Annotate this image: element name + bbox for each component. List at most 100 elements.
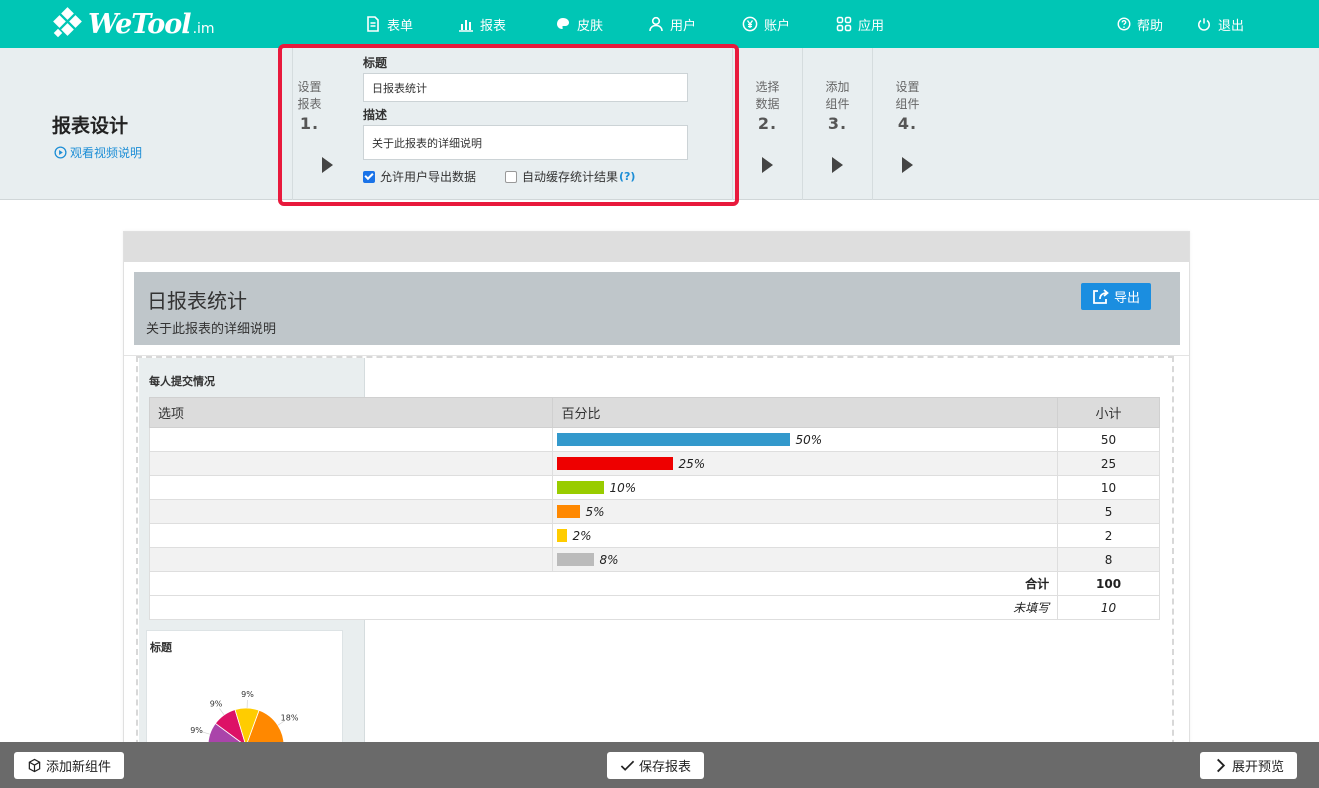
table-body: 50% 50 25% 25 10% 10 5% 5 2% 2 8% 8 合计 100 未填写 10 xyxy=(148,427,1160,620)
question-circle-icon xyxy=(1117,17,1131,31)
apps-grid-icon xyxy=(836,16,852,32)
nav-item-label: 账户 xyxy=(764,18,791,34)
column-header-count[interactable]: 小计 xyxy=(1057,397,1160,428)
percent-bar xyxy=(557,433,791,446)
yen-icon xyxy=(742,16,758,32)
report-canvas: 日报表统计 关于此报表的详细说明 导出 每人提交情况 选项 百分比 小计 50%… xyxy=(123,231,1190,760)
total-label: 合计 xyxy=(148,571,1059,596)
table-row: 2% 2 xyxy=(148,523,1160,548)
percent-label: 8% xyxy=(599,552,619,567)
percent-cell: 50% xyxy=(552,427,1059,452)
percent-cell: 2% xyxy=(552,523,1059,548)
pie-chart: 18%9%9%9%9%9%9% xyxy=(190,690,299,759)
percent-cell: 25% xyxy=(552,451,1059,476)
save-report-label: 保存报表 xyxy=(638,760,691,775)
chevron-right-icon xyxy=(1217,758,1226,773)
blank-value: 10 xyxy=(1057,595,1160,620)
percent-bar xyxy=(557,553,595,566)
percent-label: 2% xyxy=(572,528,592,543)
cube-icon xyxy=(28,758,41,773)
percent-cell: 8% xyxy=(552,547,1059,572)
percent-cell: 5% xyxy=(552,499,1059,524)
count-cell: 2 xyxy=(1057,523,1160,548)
page-title: 报表设计 xyxy=(52,115,129,137)
nav-item-apps[interactable]: 应用 xyxy=(836,0,884,48)
percent-cell: 10% xyxy=(552,475,1059,500)
step-label-line2: 数据 xyxy=(755,97,780,111)
palette-icon xyxy=(555,16,571,32)
option-cell xyxy=(148,475,554,500)
bottom-action-bar: 添加新组件 保存报表 展开预览 xyxy=(0,742,1319,788)
export-label: 导出 xyxy=(1113,291,1140,306)
pie-slice-label: 9% xyxy=(210,699,223,708)
count-cell: 8 xyxy=(1057,547,1160,572)
expand-preview-button[interactable]: 展开预览 xyxy=(1200,752,1297,779)
option-cell xyxy=(148,451,554,476)
nav-item-skins[interactable]: 皮肤 xyxy=(555,0,603,48)
step-label-line2: 组件 xyxy=(825,97,850,111)
nav-item-label: 用户 xyxy=(670,18,697,34)
column-header-option[interactable]: 选项 xyxy=(148,397,554,428)
count-cell: 50 xyxy=(1057,427,1160,452)
canvas-toolbar xyxy=(124,232,1189,262)
save-report-button[interactable]: 保存报表 xyxy=(607,752,704,779)
report-header: 日报表统计 关于此报表的详细说明 导出 xyxy=(134,272,1180,345)
column-header-percent[interactable]: 百分比 xyxy=(552,397,1059,428)
help-link[interactable]: 帮助 xyxy=(1117,0,1163,48)
add-widget-button[interactable]: 添加新组件 xyxy=(14,752,124,779)
step-label-line1: 设置 xyxy=(895,80,920,94)
total-value: 100 xyxy=(1057,571,1160,596)
logout-label: 退出 xyxy=(1218,18,1245,34)
step-label: 选择 数据 xyxy=(733,79,802,113)
logout-link[interactable]: 退出 xyxy=(1197,0,1244,48)
total-row: 合计 100 xyxy=(148,571,1160,596)
table-row: 10% 10 xyxy=(148,475,1160,500)
expand-preview-label: 展开预览 xyxy=(1231,760,1284,775)
count-cell: 25 xyxy=(1057,451,1160,476)
nav-item-label: 应用 xyxy=(858,18,885,34)
add-widget-label: 添加新组件 xyxy=(45,760,111,775)
option-cell xyxy=(148,427,554,452)
percent-label: 25% xyxy=(678,456,706,471)
percent-label: 50% xyxy=(795,432,823,447)
table-header-row: 选项 百分比 小计 xyxy=(148,397,1160,428)
wizard-step-2[interactable]: 选择 数据 2. xyxy=(732,48,802,200)
logo-suffix: .im xyxy=(192,21,215,37)
step-label-line2: 组件 xyxy=(895,97,920,111)
widget-title: 每人提交情况 xyxy=(149,375,215,388)
blank-row: 未填写 10 xyxy=(148,595,1160,620)
wetool-logo[interactable]: WeTool .im xyxy=(52,6,215,42)
submission-table: 选项 百分比 小计 50% 50 25% 25 10% 10 5% 5 2% 2 8% 8 合计 100 未… xyxy=(148,397,1160,620)
bar-chart-icon xyxy=(458,16,474,32)
table-row: 8% 8 xyxy=(148,547,1160,572)
step-number: 2. xyxy=(757,114,778,133)
percent-bar xyxy=(557,529,568,542)
nav-item-account[interactable]: 账户 xyxy=(742,0,790,48)
watch-video-link[interactable]: 观看视频说明 xyxy=(54,144,142,161)
step-label-line1: 添加 xyxy=(825,80,850,94)
nav-item-label: 报表 xyxy=(480,18,507,34)
pie-slice-label: 9% xyxy=(190,726,203,735)
nav-item-forms[interactable]: 表单 xyxy=(365,0,413,48)
export-button[interactable]: 导出 xyxy=(1081,283,1151,310)
nav-item-reports[interactable]: 报表 xyxy=(458,0,506,48)
check-icon xyxy=(620,760,635,771)
table-row: 5% 5 xyxy=(148,499,1160,524)
wizard-step-4[interactable]: 设置 组件 4. xyxy=(872,48,942,200)
help-label: 帮助 xyxy=(1137,18,1164,34)
play-circle-icon xyxy=(54,146,67,159)
step-number: 4. xyxy=(897,114,918,133)
play-arrow-icon xyxy=(832,157,843,173)
nav-item-label: 表单 xyxy=(387,18,414,34)
nav-item-label: 皮肤 xyxy=(577,18,604,34)
logo-diamond-icon xyxy=(52,7,84,40)
option-cell xyxy=(148,523,554,548)
wizard-step-3[interactable]: 添加 组件 3. xyxy=(802,48,872,200)
nav-item-users[interactable]: 用户 xyxy=(648,0,696,48)
top-navigation-bar: WeTool .im 表单 报表 皮肤 用户 账户 应用 帮助 退出 xyxy=(0,0,1319,48)
blank-label: 未填写 xyxy=(148,595,1059,620)
pie-chart-widget[interactable]: 标题 18%9%9%9%9%9%9% xyxy=(146,630,343,760)
document-icon xyxy=(365,16,381,32)
share-export-icon xyxy=(1093,289,1109,304)
percent-label: 10% xyxy=(609,480,637,495)
